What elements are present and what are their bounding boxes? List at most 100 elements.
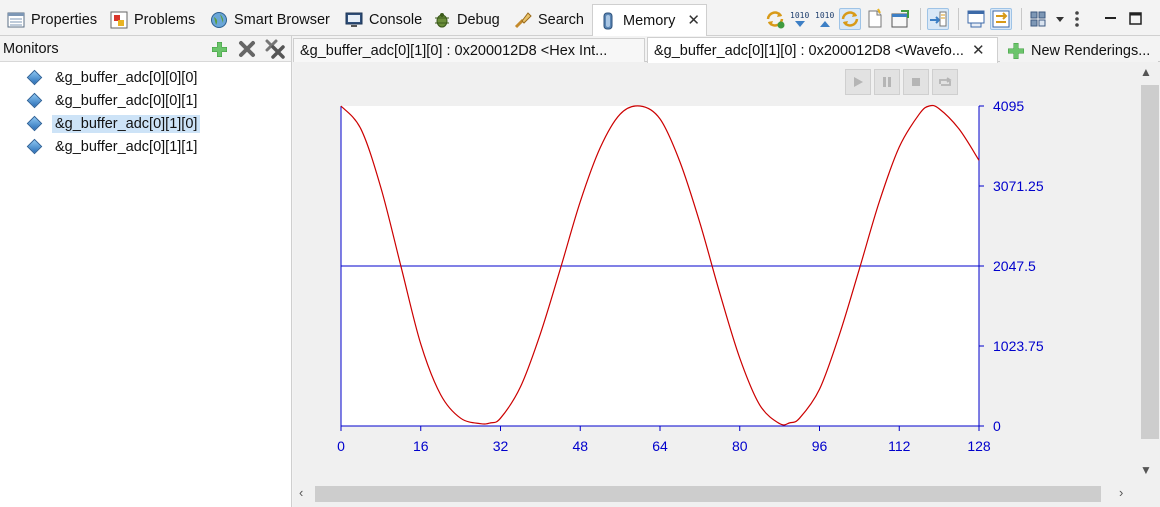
x-tick-label: 32 <box>493 438 509 454</box>
problems-icon <box>110 11 128 29</box>
scroll-left-icon[interactable]: ‹ <box>299 485 303 500</box>
list-item[interactable]: &g_buffer_adc[0][0][1] <box>0 89 291 112</box>
search-flashlight-icon <box>514 11 532 29</box>
tab-problems[interactable]: Problems <box>110 6 195 34</box>
tab-label: Search <box>538 12 584 28</box>
tab-label: Debug <box>457 12 500 28</box>
maximize-icon[interactable] <box>1125 8 1147 30</box>
toggle-split-pane-icon[interactable] <box>965 8 987 30</box>
tab-properties[interactable]: Properties <box>7 6 97 34</box>
refresh-memory-icon[interactable] <box>764 8 786 30</box>
waveform-chart: 0 16 32 48 64 80 96 112 128 0 1023.75 2047.5 3071.25… <box>293 63 1133 483</box>
monitor-label: &g_buffer_adc[0][0][1] <box>55 92 198 109</box>
tab-label: &g_buffer_adc[0][1][0] : 0x200012D8 <Hex… <box>300 42 608 59</box>
scroll-up-icon[interactable]: ▲ <box>1140 65 1152 79</box>
tab-label: Problems <box>134 12 196 28</box>
horizontal-scrollbar[interactable]: ‹ › <box>293 483 1160 505</box>
scroll-thumb[interactable] <box>315 486 1101 502</box>
monitors-pane: Monitors &g_buffer_adc[0][0][0] &g_buffe… <box>0 36 292 507</box>
scroll-down-icon[interactable]: ▼ <box>1140 463 1152 477</box>
svg-text:1010: 1010 <box>790 11 809 20</box>
memory-icon <box>599 12 617 30</box>
tab-label: Memory <box>623 12 676 29</box>
x-tick-label: 16 <box>413 438 429 454</box>
remove-monitor-icon[interactable] <box>237 39 257 59</box>
properties-icon <box>7 11 25 29</box>
playback-controls <box>845 69 958 95</box>
loop-button[interactable] <box>932 69 958 95</box>
export-binary-icon[interactable]: 1010 <box>814 8 836 30</box>
monitors-header: Monitors <box>0 36 291 62</box>
tab-label: Smart Browser <box>234 12 330 28</box>
minimize-icon[interactable] <box>1100 8 1122 30</box>
link-memory-icon[interactable] <box>927 8 949 30</box>
new-file-icon[interactable] <box>864 8 886 30</box>
waveform-rendering-area: 0 16 32 48 64 80 96 112 128 0 1023.75 2047.5 3071.25… <box>293 63 1160 483</box>
tab-label: New Renderings... <box>1031 42 1151 59</box>
scroll-thumb[interactable] <box>1141 85 1159 439</box>
tab-label: &g_buffer_adc[0][1][0] : 0x200012D8 <Wav… <box>654 42 964 59</box>
tab-hex-rendering[interactable]: &g_buffer_adc[0][1][0] : 0x200012D8 <Hex… <box>293 38 645 62</box>
variable-icon <box>26 69 43 86</box>
variable-icon <box>26 92 43 109</box>
view-tab-bar: Properties Problems Smart Browser Consol… <box>0 0 1160 36</box>
x-tick-label: 48 <box>572 438 588 454</box>
import-binary-icon[interactable]: 1010 <box>789 8 811 30</box>
close-icon[interactable]: ✕ <box>972 43 985 58</box>
tab-label: Console <box>369 12 423 28</box>
tab-debug[interactable]: Debug <box>433 6 500 34</box>
monitors-title: Monitors <box>3 40 59 57</box>
add-monitor-icon[interactable] <box>209 39 229 59</box>
y-tick-label: 2047.5 <box>993 258 1036 274</box>
monitors-list: &g_buffer_adc[0][0][0] &g_buffer_adc[0][… <box>0 62 291 158</box>
svg-text:1010: 1010 <box>815 11 834 20</box>
monitor-label: &g_buffer_adc[0][1][0] <box>52 114 201 133</box>
stop-button[interactable] <box>903 69 929 95</box>
monitors-toolbar <box>209 39 285 59</box>
x-tick-label: 0 <box>337 438 345 454</box>
tab-smart-browser[interactable]: Smart Browser <box>210 6 330 34</box>
renderings-tab-bar: &g_buffer_adc[0][1][0] : 0x200012D8 <Hex… <box>293 36 1160 63</box>
tab-waveform-rendering[interactable]: &g_buffer_adc[0][1][0] : 0x200012D8 <Wav… <box>647 37 998 63</box>
x-tick-label: 96 <box>812 438 828 454</box>
x-tick-label: 80 <box>732 438 748 454</box>
toggle-memory-monitors-icon[interactable] <box>990 8 1012 30</box>
view-menu-icon[interactable] <box>1070 8 1084 30</box>
pause-button[interactable] <box>874 69 900 95</box>
list-item[interactable]: &g_buffer_adc[0][1][0] <box>0 112 291 135</box>
chevron-down-icon[interactable] <box>1053 8 1067 30</box>
tab-console[interactable]: Console <box>345 6 422 34</box>
layout-icon[interactable] <box>1028 8 1050 30</box>
tab-search[interactable]: Search <box>514 6 584 34</box>
bug-icon <box>433 11 451 29</box>
scroll-right-icon[interactable]: › <box>1119 485 1123 500</box>
sync-icon[interactable] <box>839 8 861 30</box>
tab-new-renderings[interactable]: New Renderings... <box>1000 38 1158 62</box>
y-tick-label: 3071.25 <box>993 178 1044 194</box>
x-tick-label: 128 <box>967 438 991 454</box>
y-tick-label: 4095 <box>993 98 1024 114</box>
list-item[interactable]: &g_buffer_adc[0][0][0] <box>0 66 291 89</box>
close-icon[interactable]: ✕ <box>687 13 700 28</box>
monitor-label: &g_buffer_adc[0][0][0] <box>55 69 198 86</box>
memory-toolbar: 1010 1010 <box>764 8 1150 30</box>
waveform-svg: 0 16 32 48 64 80 96 112 12801023.752047.53071.25… <box>337 98 1044 454</box>
remove-all-monitors-icon[interactable] <box>265 39 285 59</box>
y-tick-label: 1023.75 <box>993 338 1044 354</box>
add-icon <box>1007 42 1025 60</box>
monitor-label: &g_buffer_adc[0][1][1] <box>55 138 198 155</box>
list-item[interactable]: &g_buffer_adc[0][1][1] <box>0 135 291 158</box>
tab-memory[interactable]: Memory ✕ <box>592 4 707 36</box>
tab-label: Properties <box>31 12 98 28</box>
renderings-pane: &g_buffer_adc[0][1][0] : 0x200012D8 <Hex… <box>293 36 1160 507</box>
variable-icon <box>26 138 43 155</box>
play-button[interactable] <box>845 69 871 95</box>
x-tick-label: 64 <box>652 438 668 454</box>
vertical-scrollbar[interactable]: ▲ ▼ <box>1137 63 1159 483</box>
x-tick-label: 112 <box>888 438 911 454</box>
variable-icon <box>26 115 43 132</box>
y-tick-label: 0 <box>993 418 1001 434</box>
console-icon <box>345 11 363 29</box>
globe-icon <box>210 11 228 29</box>
open-renderings-icon[interactable] <box>889 8 911 30</box>
